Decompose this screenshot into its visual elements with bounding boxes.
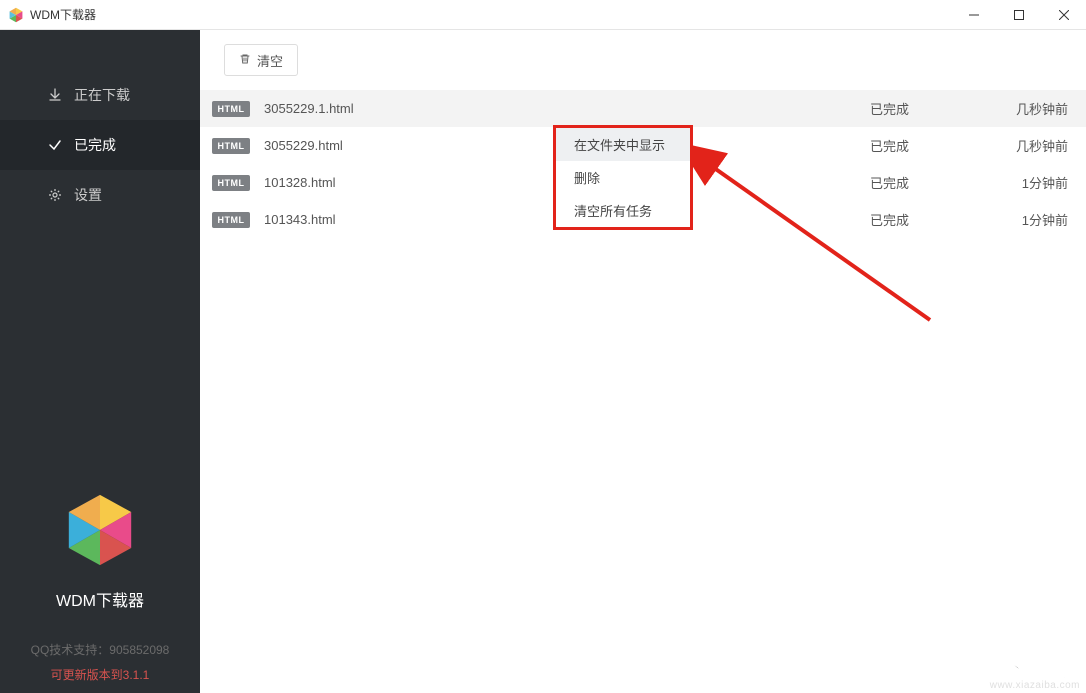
sidebar-item-completed[interactable]: 已完成 [0,120,200,170]
clear-button-label: 清空 [257,51,283,70]
sidebar: 正在下载 已完成 设置 [0,30,200,693]
ctx-item-delete[interactable]: 删除 [556,161,690,194]
titlebar: WDM下载器 [0,0,1086,30]
qq-support-label: QQ技术支持：905852098 [31,641,170,658]
close-button[interactable] [1041,0,1086,30]
nav-items: 正在下载 已完成 设置 [0,30,200,220]
titlebar-left: WDM下载器 [8,6,96,23]
file-type-badge: HTML [212,101,250,117]
toolbar: 清空 [200,30,1086,90]
main-panel: 清空 HTML 3055229.1.html 已完成 几秒钟前 HTML 305… [200,30,1086,693]
sidebar-item-label: 正在下载 [74,85,130,105]
gear-icon [48,188,62,202]
file-type-badge: HTML [212,212,250,228]
context-menu: 在文件夹中显示 删除 清空所有任务 [553,125,693,230]
file-time: 1分钟前 [990,173,1068,192]
app-icon [8,7,24,23]
ctx-item-clear-all[interactable]: 清空所有任务 [556,194,690,227]
sidebar-item-label: 设置 [74,185,102,205]
file-type-badge: HTML [212,175,250,191]
file-row[interactable]: HTML 3055229.1.html 已完成 几秒钟前 [200,90,1086,127]
file-time: 1分钟前 [990,210,1068,229]
sidebar-item-label: 已完成 [74,135,116,155]
window-title: WDM下载器 [30,6,96,23]
watermark-text: 下载吧 [993,654,1080,682]
app-name-label: WDM下载器 [56,587,144,611]
check-icon [48,138,62,152]
window-controls [951,0,1086,29]
sidebar-item-settings[interactable]: 设置 [0,170,200,220]
update-notice-label[interactable]: 可更新版本到3.1.1 [51,666,150,683]
app-body: 正在下载 已完成 设置 [0,30,1086,693]
file-status: 已完成 [870,210,990,229]
file-time: 几秒钟前 [990,99,1068,118]
file-name: 3055229.1.html [264,101,870,116]
file-type-badge: HTML [212,138,250,154]
file-time: 几秒钟前 [990,136,1068,155]
sidebar-item-downloading[interactable]: 正在下载 [0,70,200,120]
app-logo [61,491,139,569]
trash-icon [239,53,251,68]
file-status: 已完成 [870,99,990,118]
watermark-url: www.xiazaiba.com [990,680,1080,691]
clear-button[interactable]: 清空 [224,44,298,76]
sidebar-footer: WDM下载器 QQ技术支持：905852098 可更新版本到3.1.1 [0,491,200,693]
ctx-item-show-in-folder[interactable]: 在文件夹中显示 [556,128,690,161]
download-icon [48,88,62,102]
watermark: 下载吧 www.xiazaiba.com [990,654,1080,691]
maximize-button[interactable] [996,0,1041,30]
file-status: 已完成 [870,173,990,192]
file-status: 已完成 [870,136,990,155]
minimize-button[interactable] [951,0,996,30]
